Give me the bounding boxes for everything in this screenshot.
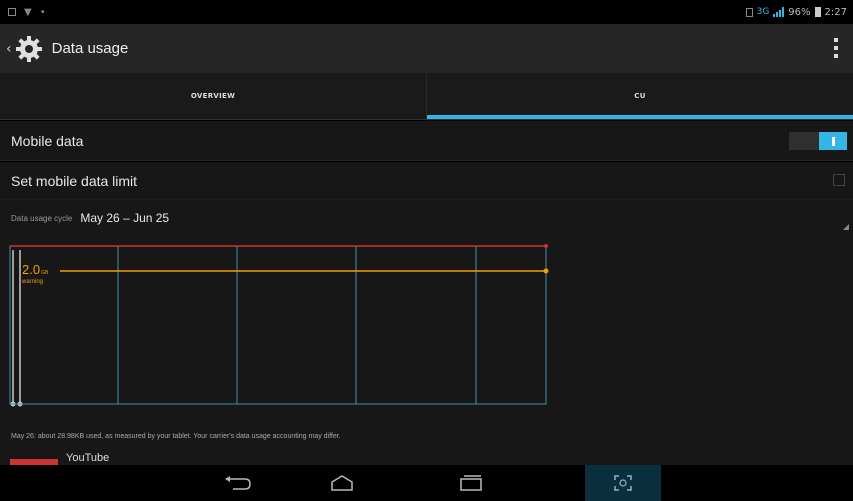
mobile-data-label: Mobile data: [11, 132, 84, 149]
screenshot-button[interactable]: [585, 465, 661, 501]
usage-cycle-label: Data usage cycle: [11, 213, 73, 223]
system-icons: 3G 96% 2:27: [745, 6, 847, 18]
tab-overview[interactable]: OVERVIEW: [0, 73, 427, 120]
warning-line-handle[interactable]: [543, 268, 549, 274]
warning-label: warning: [22, 279, 44, 285]
notification-icons: ▼ •: [8, 7, 46, 18]
data-limit-row[interactable]: Set mobile data limit: [0, 162, 853, 200]
limit-line-handle[interactable]: [544, 244, 548, 248]
back-icon: [225, 476, 251, 490]
usage-chart-svg: [9, 244, 549, 407]
warning-value-label: 2.0GB: [22, 261, 48, 279]
tab-bar: OVERVIEW CU: [0, 73, 853, 120]
usage-summary: May 26: about 28.98KB used, as measured …: [0, 426, 853, 448]
status-bar: ▼ • 3G 96% 2:27: [0, 0, 853, 24]
screenshot-icon: [614, 475, 632, 491]
mobile-data-toggle[interactable]: [789, 132, 847, 150]
recent-apps-button[interactable]: [433, 465, 509, 501]
page-title: Data usage: [51, 40, 129, 57]
overflow-menu-icon[interactable]: [833, 38, 839, 58]
toggle-thumb: [819, 132, 847, 150]
recent-apps-icon: [460, 475, 482, 491]
action-bar: ‹ Data usage: [0, 24, 853, 73]
navigation-bar: [0, 465, 853, 501]
tab-label: CU: [634, 92, 646, 100]
warning-value: 2.0: [22, 262, 41, 277]
back-button[interactable]: [200, 465, 276, 501]
dot-notification-icon: •: [39, 6, 46, 18]
usage-cycle-value: May 26 – Jun 25: [80, 211, 170, 225]
vibrate-icon: [745, 7, 753, 17]
tab-label: OVERVIEW: [190, 92, 236, 100]
clock: 2:27: [824, 6, 847, 18]
home-icon: [331, 475, 353, 491]
data-limit-checkbox[interactable]: [833, 174, 845, 186]
tab-cu[interactable]: CU: [427, 73, 853, 120]
network-type: 3G: [756, 7, 770, 17]
warning-unit: GB: [41, 270, 49, 276]
battery-percent: 96%: [788, 6, 811, 18]
battery-icon: [814, 7, 821, 17]
screenshot-notification-icon: [8, 8, 16, 16]
app-usage-row[interactable]: YouTube: [0, 448, 853, 465]
signal-icon: [773, 7, 785, 17]
mobile-data-row[interactable]: Mobile data: [0, 121, 853, 161]
data-limit-label: Set mobile data limit: [11, 172, 138, 189]
chart-frame: [9, 245, 547, 405]
usage-chart: 2.0GB warning: [0, 236, 853, 426]
usb-notification-icon: ▼: [24, 6, 32, 18]
gear-icon[interactable]: [14, 34, 44, 64]
app-name: YouTube: [66, 452, 110, 464]
up-navigation-icon[interactable]: ‹: [6, 41, 12, 57]
usage-cycle-spinner[interactable]: Data usage cycle May 26 – Jun 25: [0, 200, 853, 236]
home-button[interactable]: [304, 465, 380, 501]
spinner-arrow-icon: [843, 224, 849, 230]
